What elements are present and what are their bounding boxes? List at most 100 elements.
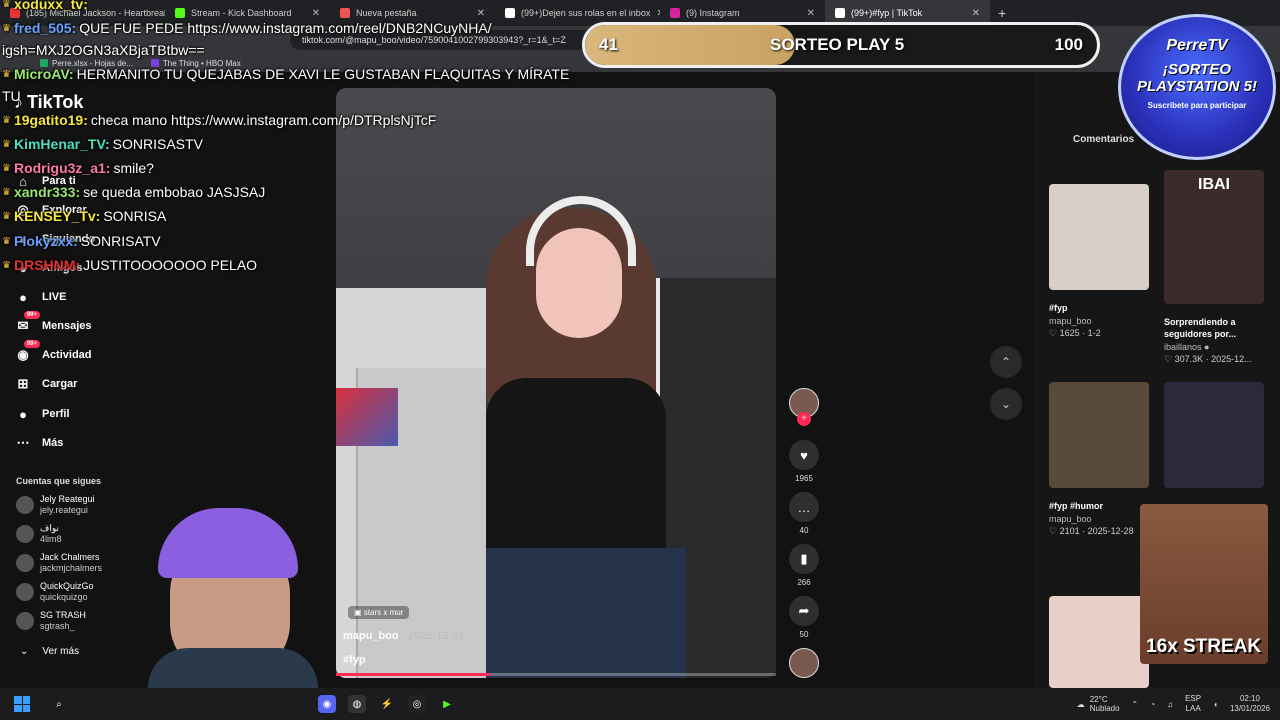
activity-icon: ◉ 99+ bbox=[14, 340, 40, 364]
chevron-up-icon[interactable]: ⌃ bbox=[1132, 700, 1139, 709]
followed-account[interactable]: QuickQuizGo quickquizgo bbox=[16, 581, 94, 603]
tab-favicon-icon bbox=[505, 8, 515, 18]
video-thumbnail[interactable] bbox=[1049, 596, 1149, 688]
raffle-title: SORTEO PLAY 5 bbox=[770, 35, 905, 54]
close-icon[interactable]: ✕ bbox=[477, 8, 485, 19]
sidebar-item-upload[interactable]: ⊞ Cargar bbox=[14, 375, 78, 393]
followed-account[interactable]: Jack Chalmers jackmjchalmers bbox=[16, 552, 102, 574]
video-thumbnail[interactable] bbox=[1164, 382, 1264, 488]
flash-icon[interactable]: ⚡ bbox=[378, 695, 396, 713]
video-thumbnail[interactable] bbox=[1049, 382, 1149, 488]
mic-icon[interactable]: ♫ bbox=[1167, 700, 1173, 709]
share-icon: ➦ bbox=[789, 596, 819, 626]
tab-comments[interactable]: Comentarios bbox=[1073, 134, 1134, 145]
chat-message: ♛ fred_505: QUE FUE PEDE https://www.insta… bbox=[2, 20, 492, 36]
tab-favicon-icon bbox=[175, 8, 185, 18]
followed-account[interactable]: نواف 4lim8 bbox=[16, 523, 62, 545]
comment-button[interactable]: … 40 bbox=[788, 492, 820, 535]
raffle-current: 41 bbox=[599, 35, 618, 54]
messages-icon: ✉ 99+ bbox=[14, 311, 40, 335]
sidebar-item-activity[interactable]: ◉ 99+ Actividad bbox=[14, 340, 92, 364]
crown-icon: ♛ bbox=[2, 259, 11, 271]
crown-icon: ♛ bbox=[2, 114, 11, 126]
system-tray: ☁ 22°C Nublado ⌃ ◔ ♫ ESP LAA ◖ 02:10 13/01/2… bbox=[1077, 688, 1270, 720]
notification-badge: 99+ bbox=[23, 311, 40, 319]
chat-message: ♛ Rodrigu3z_a1: smile? bbox=[2, 160, 154, 176]
language-indicator[interactable]: ESP LAA bbox=[1185, 694, 1201, 714]
avatar bbox=[16, 583, 34, 601]
chat-message: igsh=MXJ2OGN3aXBjaTBtbw== bbox=[2, 42, 205, 58]
sidebar-item-live[interactable]: ● LIVE bbox=[14, 288, 66, 306]
chrome-icon[interactable]: ◎ bbox=[408, 695, 426, 713]
followed-account[interactable]: SG TRASH sgtrash_ bbox=[16, 610, 86, 632]
new-tab-button[interactable]: + bbox=[990, 5, 1014, 21]
sidebar-item-more[interactable]: ⋯ Más bbox=[14, 434, 64, 452]
crown-icon: ♛ bbox=[2, 138, 11, 150]
recommended-video-card[interactable]: IBAI Sorprendiendo a seguidores por... iba… bbox=[1164, 170, 1280, 365]
video-player[interactable] bbox=[336, 88, 776, 678]
video-poster bbox=[336, 388, 398, 446]
video-hashtag[interactable]: #fyp bbox=[343, 654, 366, 666]
recommended-video-card[interactable]: #fyp mapu_boo ♡ 1625 · 1-2 bbox=[1049, 184, 1149, 339]
like-button[interactable]: ♥ 1965 bbox=[788, 440, 820, 483]
recommended-video-card[interactable]: #fyp #humor mapu_boo ♡ 2101 · 2025-12-28 bbox=[1049, 382, 1149, 537]
chat-message: ♛ MicroAV: HERMANITO TU QUEJABAS DE XAVI L… bbox=[2, 66, 570, 82]
save-button[interactable]: ▮ 266 bbox=[788, 544, 820, 587]
crown-icon: ♛ bbox=[2, 235, 11, 247]
chat-message: ♛ 19gatito19: checa mano https://www.insta… bbox=[2, 112, 437, 128]
video-person-body bbox=[486, 378, 666, 558]
tab-favicon-icon bbox=[670, 8, 680, 18]
speaker-icon[interactable]: ◖ bbox=[1213, 700, 1218, 709]
chat-message: ♛ DRSHNM: JUSTITOOOOOOO PELAO bbox=[2, 257, 258, 273]
share-button[interactable]: ➦ 50 bbox=[788, 596, 820, 639]
streak-label: 16x STREAK bbox=[1146, 636, 1262, 657]
crown-icon: ♛ bbox=[2, 22, 11, 34]
video-person-jeans bbox=[486, 548, 686, 678]
kick-icon[interactable]: ▶ bbox=[438, 695, 456, 713]
profile-icon: ● bbox=[19, 406, 27, 422]
clock[interactable]: 02:10 13/01/2026 bbox=[1230, 694, 1270, 714]
avatar bbox=[16, 525, 34, 543]
recommended-video-card[interactable] bbox=[1164, 382, 1264, 488]
webcam-overlay bbox=[148, 508, 318, 688]
close-icon[interactable]: ✕ bbox=[972, 8, 980, 19]
weather-widget[interactable]: ☁ 22°C Nublado bbox=[1077, 695, 1120, 713]
tab-favicon-icon bbox=[340, 8, 350, 18]
search-icon[interactable]: ⌕ bbox=[50, 695, 68, 713]
close-icon[interactable]: ✕ bbox=[807, 8, 815, 19]
music-disc-button[interactable] bbox=[788, 648, 820, 678]
next-video-button[interactable]: ⌄ bbox=[990, 388, 1022, 420]
followed-account[interactable]: Jely Reategui jely.reategui bbox=[16, 494, 95, 516]
upload-icon: ⊞ bbox=[17, 376, 29, 391]
raffle-progress-bar: 41 SORTEO PLAY 5 100 bbox=[582, 22, 1100, 68]
discord-icon[interactable]: ◉ bbox=[318, 695, 336, 713]
obs-icon[interactable]: ◍ bbox=[348, 695, 366, 713]
video-progress-bar[interactable] bbox=[336, 673, 776, 676]
follow-plus-icon[interactable]: + bbox=[797, 412, 811, 426]
chat-message: ♛ xoduxx_tv: bbox=[2, 0, 88, 12]
recommended-video-card[interactable] bbox=[1049, 596, 1149, 688]
tiktok-logo[interactable]: ♪ TikTok bbox=[14, 92, 83, 113]
music-tag[interactable]: ▣ stars x mur bbox=[348, 606, 410, 619]
raffle-goal: 100 bbox=[1054, 35, 1083, 54]
close-icon[interactable]: ✕ bbox=[312, 8, 320, 19]
previous-video-button[interactable]: ⌃ bbox=[990, 346, 1022, 378]
video-author[interactable]: mapu_boo · 2025-12-31 bbox=[343, 630, 465, 642]
sidebar-item-messages[interactable]: ✉ 99+ Mensajes bbox=[14, 311, 92, 335]
wifi-icon[interactable]: ◔ bbox=[1150, 700, 1155, 709]
windows-start-icon[interactable] bbox=[14, 696, 30, 712]
author-avatar-button[interactable]: + bbox=[788, 388, 820, 426]
screen: (185) Michael Jackson - Heartbreak✕Strea… bbox=[0, 0, 1280, 720]
bookmark-icon: ▮ bbox=[789, 544, 819, 574]
sidebar-item-profile[interactable]: ● Perfil bbox=[14, 405, 69, 423]
see-more-button[interactable]: ⌄ Ver más bbox=[20, 646, 79, 657]
crown-icon: ♛ bbox=[2, 162, 11, 174]
video-thumbnail[interactable] bbox=[1049, 184, 1149, 290]
crown-icon: ♛ bbox=[2, 68, 11, 80]
video-thumbnail[interactable]: IBAI bbox=[1164, 170, 1264, 304]
avatar bbox=[16, 612, 34, 630]
avatar bbox=[16, 554, 34, 572]
crown-icon: ♛ bbox=[2, 186, 11, 198]
crown-icon: ♛ bbox=[2, 210, 11, 222]
chevron-up-icon: ⌃ bbox=[1000, 355, 1012, 369]
